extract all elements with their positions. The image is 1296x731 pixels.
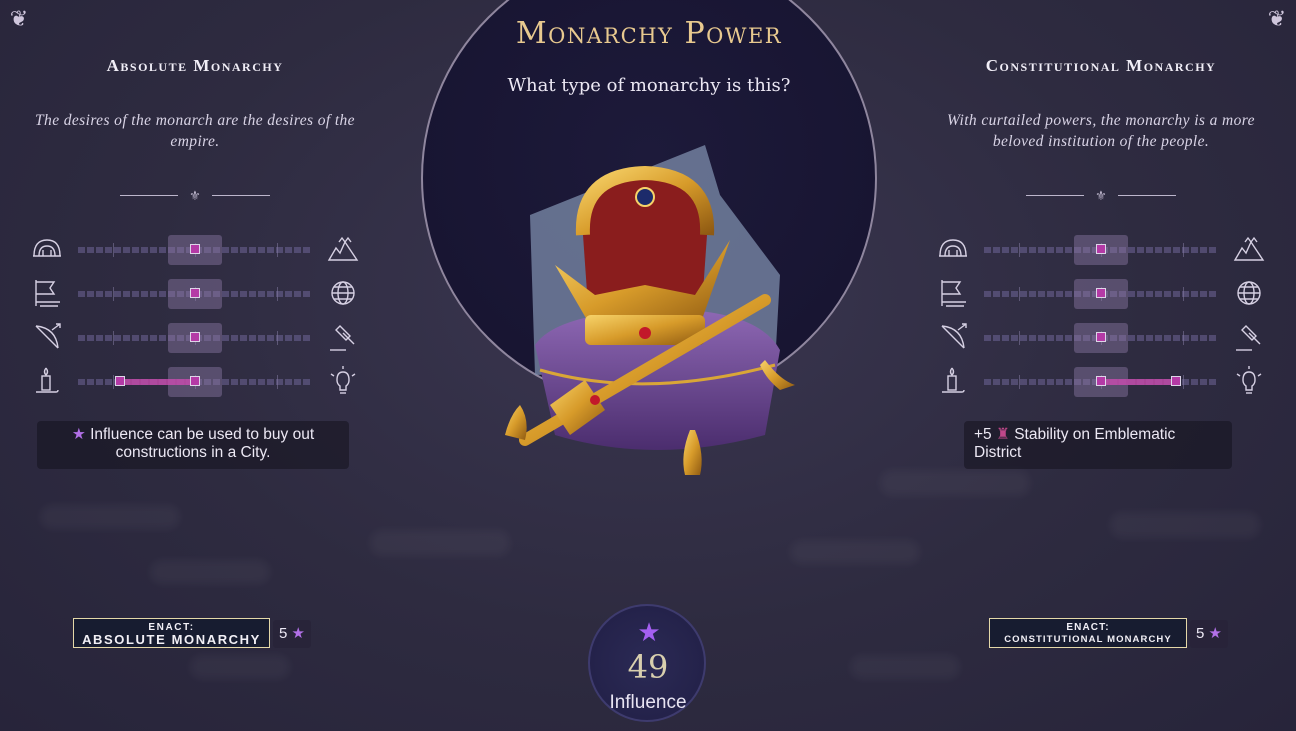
globe-icon bbox=[326, 276, 360, 310]
dome-icon bbox=[936, 232, 970, 266]
influence-star-icon: ★ bbox=[1208, 625, 1222, 642]
alignment-row bbox=[30, 230, 360, 274]
constitutional-monarchy-description: With curtailed powers, the monarchy is a… bbox=[947, 112, 1255, 150]
cost-value: 5 bbox=[1196, 625, 1205, 642]
enact-absolute-monarchy-button[interactable]: ENACT: ABSOLUTE MONARCHY bbox=[73, 618, 270, 648]
alignment-row bbox=[30, 274, 360, 318]
dome-icon bbox=[30, 232, 64, 266]
enact-name: ABSOLUTE MONARCHY bbox=[82, 632, 261, 647]
current-marker bbox=[190, 332, 200, 342]
current-marker bbox=[190, 244, 200, 254]
current-marker bbox=[1096, 332, 1106, 342]
enact-label: ENACT: bbox=[1066, 622, 1110, 633]
absolute-monarchy-effect: ★ Influence can be used to buy out const… bbox=[37, 421, 349, 469]
constitutional-monarchy-panel: Constitutional Monarchy With curtailed p… bbox=[906, 0, 1296, 731]
alignment-row bbox=[936, 230, 1266, 274]
candle-icon bbox=[30, 364, 64, 398]
question-text: What type of monarchy is this? bbox=[507, 75, 791, 96]
globe-icon bbox=[1232, 276, 1266, 310]
enact-name: CONSTITUTIONAL MONARCHY bbox=[1004, 634, 1172, 645]
ornament-icon: ⚜ bbox=[1095, 188, 1107, 203]
gavel-icon bbox=[1232, 320, 1266, 354]
absolute-monarchy-sliders bbox=[30, 230, 360, 406]
alignment-row bbox=[936, 362, 1266, 406]
target-marker bbox=[115, 376, 126, 386]
bow-arrow-icon bbox=[936, 320, 970, 354]
absolute-monarchy-cost: 5 ★ bbox=[273, 620, 311, 648]
alignment-row bbox=[936, 274, 1266, 318]
ornament-divider: ⚜ bbox=[1026, 188, 1176, 208]
lightbulb-icon bbox=[326, 364, 360, 398]
current-marker bbox=[1096, 376, 1106, 386]
enact-constitutional-monarchy-button[interactable]: ENACT: CONSTITUTIONAL MONARCHY bbox=[989, 618, 1187, 648]
current-marker bbox=[1096, 288, 1106, 298]
stability-value: +5 bbox=[974, 426, 992, 443]
absolute-monarchy-description: The desires of the monarch are the desir… bbox=[35, 112, 355, 150]
influence-label: Influence bbox=[609, 692, 687, 713]
candle-icon bbox=[936, 364, 970, 398]
alignment-row bbox=[936, 318, 1266, 362]
current-marker bbox=[1096, 244, 1106, 254]
flag-icon bbox=[936, 276, 970, 310]
enact-label: ENACT: bbox=[148, 622, 195, 633]
influence-star-icon: ★ bbox=[71, 426, 86, 443]
bow-arrow-icon bbox=[30, 320, 64, 354]
constitutional-monarchy-enact: ENACT: CONSTITUTIONAL MONARCHY 5 ★ bbox=[989, 618, 1239, 650]
current-marker bbox=[190, 288, 200, 298]
constitutional-monarchy-title: Constitutional Monarchy bbox=[985, 56, 1217, 75]
page-title: Monarchy Power bbox=[515, 16, 783, 51]
crown-mountain-icon bbox=[1232, 232, 1266, 266]
absolute-monarchy-panel: Absolute Monarchy The desires of the mon… bbox=[0, 0, 390, 731]
influence-star-icon: ★ bbox=[637, 617, 661, 647]
shift-fill bbox=[1101, 379, 1176, 385]
crown-mountain-icon bbox=[326, 232, 360, 266]
influence-star-icon: ★ bbox=[291, 625, 305, 642]
alignment-row bbox=[30, 362, 360, 406]
shift-fill bbox=[120, 379, 195, 385]
constitutional-monarchy-cost: 5 ★ bbox=[1190, 620, 1228, 648]
stability-icon: ♜ bbox=[996, 426, 1010, 443]
influence-value: 49 bbox=[627, 648, 669, 686]
gavel-icon bbox=[326, 320, 360, 354]
absolute-monarchy-effect-text: Influence can be used to buy out constru… bbox=[90, 426, 315, 461]
cost-value: 5 bbox=[279, 625, 288, 642]
ornament-icon: ⚜ bbox=[189, 188, 201, 203]
ornament-divider: ⚜ bbox=[120, 188, 270, 208]
lightbulb-icon bbox=[1232, 364, 1266, 398]
constitutional-monarchy-sliders bbox=[936, 230, 1266, 406]
current-marker bbox=[190, 376, 200, 386]
flag-icon bbox=[30, 276, 64, 310]
alignment-row bbox=[30, 318, 360, 362]
crown-scepter-illustration bbox=[505, 145, 795, 475]
absolute-monarchy-title: Absolute Monarchy bbox=[106, 56, 284, 75]
constitutional-monarchy-effect: +5 ♜ Stability on Emblematic District bbox=[964, 421, 1232, 469]
target-marker bbox=[1170, 376, 1181, 386]
absolute-monarchy-enact: ENACT: ABSOLUTE MONARCHY 5 ★ bbox=[73, 618, 323, 650]
